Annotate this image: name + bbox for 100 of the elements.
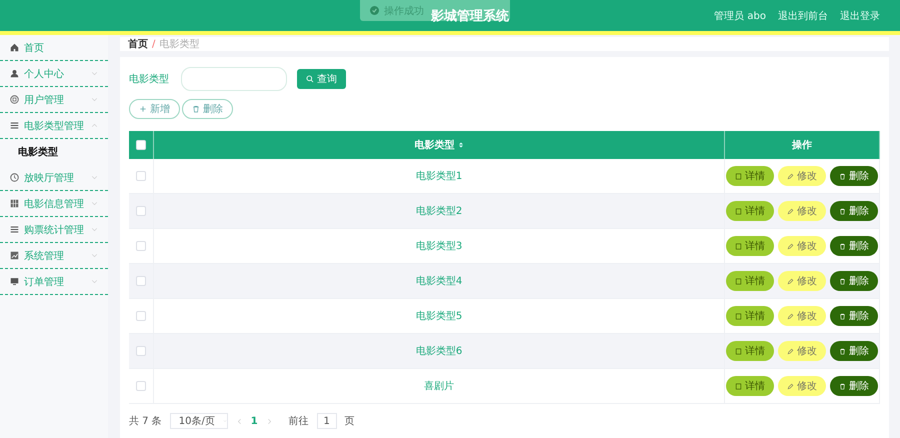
trash-icon — [839, 348, 846, 354]
chevron-icon — [91, 174, 98, 181]
next-page-icon[interactable] — [266, 418, 273, 424]
table-cell: 电影类型2 — [416, 206, 462, 217]
pencil-icon — [787, 348, 794, 354]
edit-button[interactable]: 修改 — [778, 306, 826, 326]
table-cell: 喜剧片 — [424, 381, 454, 392]
trash-icon — [839, 382, 846, 390]
select-all-checkbox[interactable] — [136, 140, 146, 150]
field-label: 电影类型 — [129, 72, 169, 86]
sort-icon — [458, 142, 464, 148]
chevron-icon — [91, 96, 98, 103]
delete-button[interactable]: 删除 — [830, 271, 878, 291]
previous-page-icon[interactable] — [236, 418, 243, 424]
check-icon — [370, 6, 379, 15]
document-icon — [735, 208, 742, 214]
row-checkbox[interactable] — [136, 240, 146, 251]
breadcrumb-separator: / — [152, 38, 156, 50]
chevron-icon — [91, 252, 98, 259]
add-button[interactable]: 新增 — [129, 99, 180, 119]
details-button[interactable]: 详情 — [726, 236, 774, 256]
trash-icon — [839, 242, 846, 250]
details-button[interactable]: 详情 — [726, 201, 774, 221]
sidebar-item[interactable]: 系统管理 — [0, 243, 108, 269]
delete-button[interactable]: 删除 — [830, 166, 878, 186]
header-link[interactable]: 退出到前台 — [778, 8, 828, 22]
table-cell: 电影类型1 — [416, 171, 462, 182]
document-icon — [735, 382, 742, 390]
list-icon — [10, 225, 19, 234]
edit-button[interactable]: 修改 — [778, 341, 826, 361]
sidebar-item[interactable]: 电影信息管理 — [0, 191, 108, 217]
chevron-icon — [91, 122, 98, 129]
pencil-icon — [787, 312, 794, 320]
sidebar-item[interactable]: 购票统计管理 — [0, 217, 108, 243]
pencil-icon — [787, 382, 794, 390]
edit-button[interactable]: 修改 — [778, 271, 826, 291]
goto-label: 前往 — [288, 414, 309, 428]
search-button[interactable]: 查询 — [297, 69, 346, 89]
clock-icon — [10, 173, 19, 182]
edit-button[interactable]: 修改 — [778, 166, 826, 186]
chevron-icon — [91, 200, 98, 207]
trash-icon — [839, 208, 846, 214]
edit-button[interactable]: 修改 — [778, 376, 826, 396]
table-cell: 电影类型6 — [416, 346, 462, 357]
home-icon — [10, 43, 19, 52]
delete-button[interactable]: 删除 — [830, 341, 878, 361]
header-link[interactable]: 管理员 abo — [714, 8, 766, 22]
document-icon — [735, 312, 742, 320]
sidebar-item[interactable]: 放映厅管理 — [0, 165, 108, 191]
details-button[interactable]: 详情 — [726, 271, 774, 291]
chevron-icon — [222, 418, 227, 424]
page-input[interactable]: 1 — [316, 413, 337, 429]
delete-button[interactable]: 删除 — [182, 99, 233, 119]
table-cell: 电影类型4 — [416, 276, 462, 287]
delete-button[interactable]: 删除 — [830, 236, 878, 256]
breadcrumb-item[interactable]: 首页 — [128, 37, 148, 51]
sidebar-item[interactable]: 电影类型管理 — [0, 113, 108, 139]
row-checkbox[interactable] — [136, 206, 146, 216]
circle-icon — [10, 95, 19, 104]
row-checkbox[interactable] — [136, 276, 146, 286]
page-size-select[interactable]: 10条/页 — [170, 413, 228, 429]
document-icon — [735, 172, 742, 180]
total-count: 共 7 条 — [129, 414, 162, 428]
submenu-item[interactable]: 电影类型 — [0, 139, 108, 165]
trash-icon — [839, 312, 846, 320]
sidebar-item[interactable]: 首页 — [0, 35, 108, 61]
search-icon — [306, 75, 314, 83]
edit-button[interactable]: 修改 — [778, 201, 826, 221]
sidebar-item[interactable]: 用户管理 — [0, 87, 108, 113]
edit-button[interactable]: 修改 — [778, 236, 826, 256]
details-button[interactable]: 详情 — [726, 341, 774, 361]
sidebar-item[interactable]: 个人中心 — [0, 61, 108, 87]
delete-button[interactable]: 删除 — [830, 201, 878, 221]
row-checkbox[interactable] — [136, 346, 146, 356]
chevron-icon — [91, 70, 98, 77]
chevron-icon — [91, 226, 98, 233]
column-header[interactable]: 电影类型 — [414, 140, 454, 151]
sidebar-item[interactable]: 订单管理 — [0, 269, 108, 295]
plus-icon — [139, 105, 147, 113]
user-icon — [10, 69, 19, 78]
row-checkbox[interactable] — [136, 310, 146, 321]
header-link[interactable]: 退出登录 — [840, 8, 880, 22]
search-field[interactable] — [181, 67, 287, 91]
delete-button[interactable]: 删除 — [830, 306, 878, 326]
pencil-icon — [787, 242, 794, 250]
row-checkbox[interactable] — [136, 170, 146, 181]
details-button[interactable]: 详情 — [726, 376, 774, 396]
monitor-icon — [10, 277, 19, 286]
document-icon — [735, 242, 742, 250]
document-icon — [735, 278, 742, 284]
document-icon — [735, 348, 742, 354]
pencil-icon — [787, 278, 794, 284]
row-checkbox[interactable] — [136, 380, 146, 391]
details-button[interactable]: 详情 — [726, 306, 774, 326]
delete-button[interactable]: 删除 — [830, 376, 878, 396]
trash-icon — [839, 278, 846, 284]
app-title: 影城管理系统 — [431, 8, 509, 24]
page-number[interactable]: 1 — [250, 416, 258, 426]
details-button[interactable]: 详情 — [726, 166, 774, 186]
table-cell: 电影类型5 — [416, 311, 462, 322]
